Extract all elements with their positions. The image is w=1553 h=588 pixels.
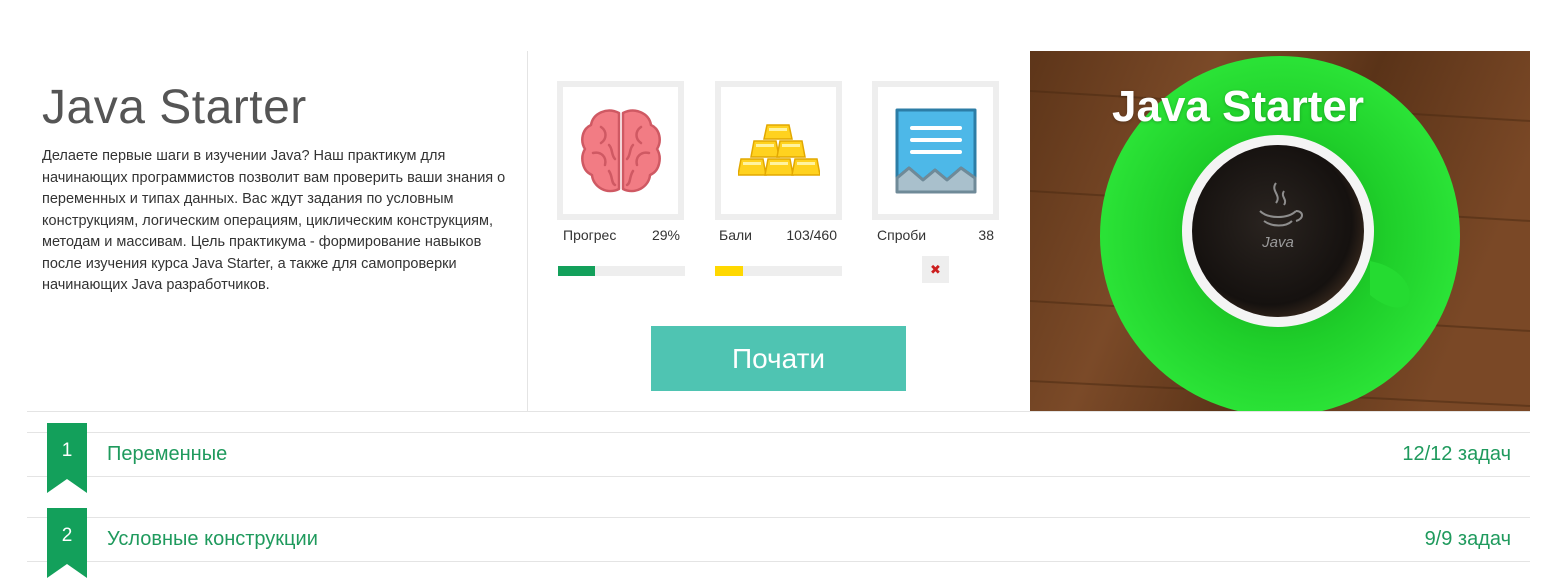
- close-icon[interactable]: ✖: [922, 256, 949, 283]
- progress-bar-fill: [558, 266, 595, 276]
- attempts-card: [872, 81, 999, 220]
- start-button[interactable]: Почати: [651, 326, 906, 391]
- progress-label: Прогрес: [563, 227, 617, 243]
- points-label: Бали: [719, 227, 752, 243]
- course-banner-image: Java Java Starter: [1030, 51, 1530, 411]
- attempts-label: Спроби: [877, 227, 927, 243]
- module-title[interactable]: Переменные: [107, 443, 227, 466]
- progress-bar: [558, 266, 685, 276]
- course-title: Java Starter: [42, 81, 307, 134]
- gold-bars-icon: [737, 123, 820, 176]
- attempts-value: 38: [978, 227, 994, 243]
- module-number: 2: [61, 525, 73, 546]
- points-bar-fill: [715, 266, 744, 276]
- module-number: 1: [61, 440, 73, 461]
- points-value: 103/460: [786, 227, 837, 243]
- module-title[interactable]: Условные конструкции: [107, 528, 318, 551]
- module-row-bottom-border: [27, 561, 1530, 562]
- progress-card: [557, 81, 684, 220]
- banner-title: Java Starter: [1112, 82, 1364, 131]
- points-bar: [715, 266, 842, 276]
- document-icon: [895, 108, 976, 193]
- course-description: Делаете первые шаги в изучении Java? Наш…: [42, 148, 506, 293]
- module-row-bottom-border: [27, 476, 1530, 477]
- points-card: [715, 81, 842, 220]
- brain-icon: [580, 108, 661, 192]
- vertical-divider: [527, 51, 528, 411]
- java-logo-text: Java: [1261, 234, 1294, 251]
- section-divider: [27, 411, 1530, 412]
- module-task-count: 12/12 задач: [1402, 443, 1511, 465]
- progress-value: 29%: [651, 227, 680, 243]
- module-task-count: 9/9 задач: [1424, 528, 1511, 550]
